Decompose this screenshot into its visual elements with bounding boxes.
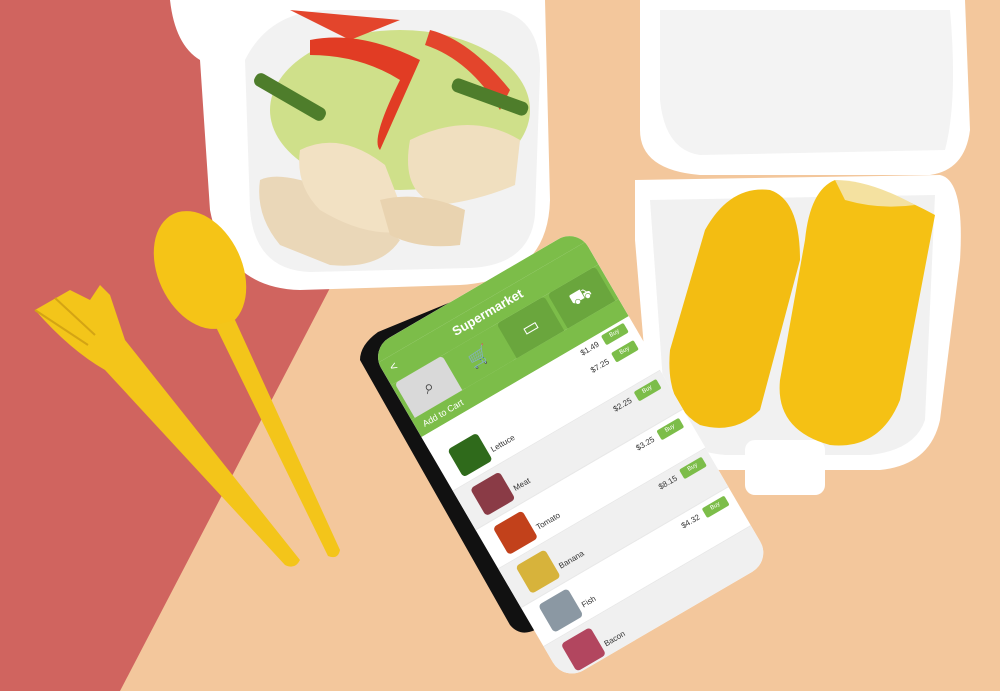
item-price: $8.15 xyxy=(657,473,679,492)
item-name: Tomato xyxy=(534,510,562,532)
buy-button[interactable]: Buy xyxy=(678,456,707,480)
item-thumbnail xyxy=(538,588,584,633)
item-price: $3.25 xyxy=(634,434,657,453)
item-thumbnail xyxy=(515,549,561,595)
item-price: $2.25 xyxy=(611,395,634,414)
buy-button[interactable]: Buy xyxy=(701,495,730,519)
cart-icon: 🛒 xyxy=(464,342,494,371)
card-icon: ▭ xyxy=(517,313,543,340)
item-price: $4.32 xyxy=(679,512,702,531)
item-name: Lettuce xyxy=(489,432,517,454)
item-thumbnail xyxy=(492,510,539,556)
item-thumbnail xyxy=(447,432,493,478)
item-name: Meat xyxy=(511,476,532,493)
buy-button[interactable]: Buy xyxy=(610,340,639,363)
item-price: $7.25 xyxy=(588,357,611,375)
item-name: Bacon xyxy=(602,629,627,649)
truck-icon: ⛟ xyxy=(565,281,596,311)
item-name: Banana xyxy=(557,548,586,571)
item-name: Fish xyxy=(579,594,598,610)
search-icon: ⌕ xyxy=(418,375,438,398)
buy-button[interactable]: Buy xyxy=(656,417,685,441)
buy-button[interactable]: Buy xyxy=(633,378,662,402)
item-thumbnail xyxy=(470,471,516,517)
